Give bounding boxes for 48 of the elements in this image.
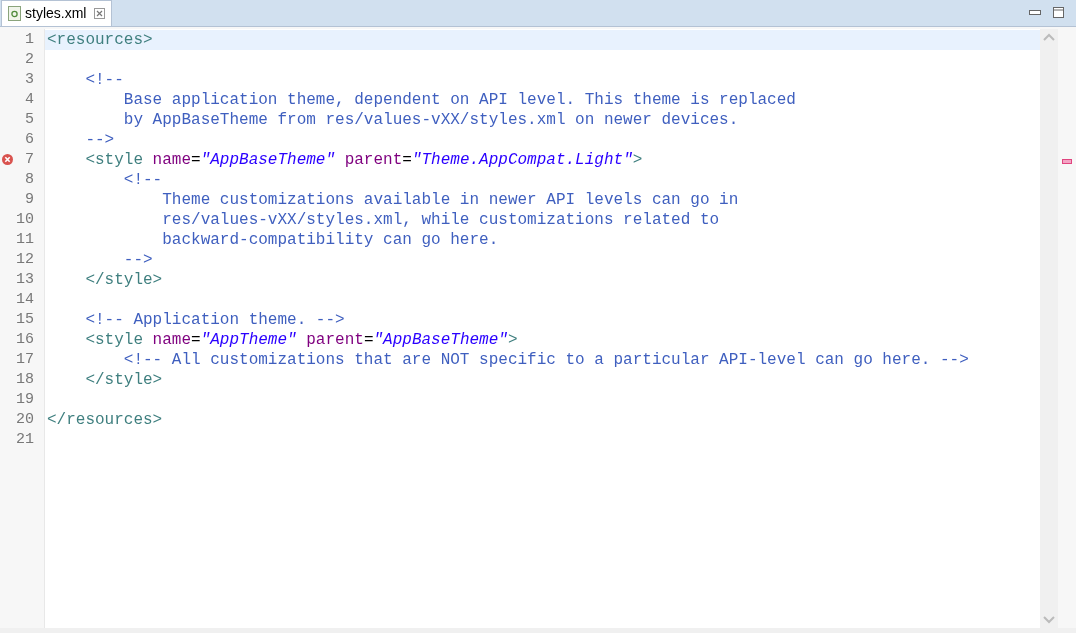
line-number: 13	[16, 269, 34, 290]
code-line: </resources>	[47, 410, 163, 431]
line-number: 8	[25, 169, 34, 190]
maximize-icon[interactable]	[1053, 7, 1064, 18]
line-number: 10	[16, 209, 34, 230]
line-number: 16	[16, 329, 34, 350]
line-number: 19	[16, 389, 34, 410]
code-line: <style name="AppTheme" parent="AppBaseTheme">	[84, 330, 518, 351]
code-line: res/values-vXX/styles.xml, while customizations related to	[161, 210, 720, 231]
code-line: <resources>	[47, 30, 153, 51]
code-line: <!-- All customizations that are NOT specific to a particular API-level can go here. -->	[122, 350, 969, 371]
scroll-down-icon[interactable]	[1043, 616, 1055, 624]
vertical-scrollbar[interactable]	[1040, 29, 1058, 628]
code-line: <!--	[122, 170, 163, 191]
code-line: -->	[84, 130, 115, 151]
code-line: </style>	[84, 370, 163, 391]
close-icon[interactable]	[94, 8, 106, 19]
error-marker[interactable]	[1062, 159, 1072, 164]
code-line: <style name="AppBaseTheme" parent="Theme.AppCompat.Light">	[84, 150, 643, 171]
code-line: Theme customizations available in newer API levels can go in	[161, 190, 739, 211]
line-number: 21	[16, 429, 34, 450]
line-number: 9	[25, 189, 34, 210]
line-number: 4	[25, 89, 34, 110]
line-number: 6	[25, 129, 34, 150]
minimize-icon[interactable]	[1029, 9, 1041, 16]
line-number: 2	[25, 49, 34, 70]
line-number: 11	[16, 229, 34, 250]
code-line: <!--	[84, 70, 124, 91]
line-number: 20	[16, 409, 34, 430]
line-number: 17	[16, 349, 34, 370]
line-number: 14	[16, 289, 34, 310]
code-line: </style>	[84, 270, 163, 291]
line-number: 15	[16, 309, 34, 330]
editor-tab[interactable]: styles.xml	[1, 0, 113, 26]
line-number: 12	[16, 249, 34, 270]
code-line: <!-- Application theme. -->	[84, 310, 345, 331]
code-line: Base application theme, dependent on API level. This theme is replaced	[122, 90, 796, 111]
code-line: by AppBaseTheme from res/values-vXX/styles.xml on newer devices.	[122, 110, 739, 131]
line-number: 7	[25, 149, 34, 170]
line-number: 1	[25, 29, 34, 50]
line-number: 18	[16, 369, 34, 390]
xml-file-icon	[8, 6, 21, 21]
code-line: -->	[122, 250, 153, 271]
scroll-up-icon[interactable]	[1043, 33, 1055, 41]
code-line: backward-compatibility can go here.	[161, 230, 499, 251]
tab-title: styles.xml	[25, 4, 87, 23]
line-number: 5	[25, 109, 34, 130]
line-number: 3	[25, 69, 34, 90]
